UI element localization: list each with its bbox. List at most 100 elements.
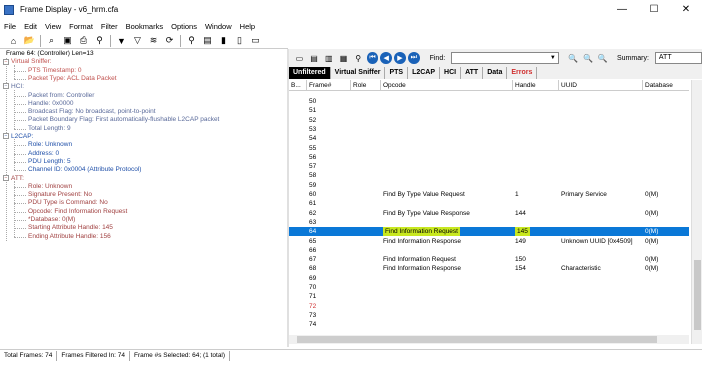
tree-item[interactable]: Opcode: Find Information Request [28, 208, 127, 216]
table-row[interactable]: 56 [289, 153, 689, 162]
column-header-frame[interactable]: Frame# [309, 82, 331, 89]
table-row[interactable]: 67 Find Information Request 150 0(M) [289, 255, 689, 264]
column-header-opcode[interactable]: Opcode [383, 82, 406, 89]
find-input[interactable]: ▼ [451, 52, 559, 64]
prev-frame-icon[interactable]: ◀ [380, 52, 393, 64]
table-row[interactable]: 69 [289, 274, 689, 283]
summary-select[interactable]: ATT [654, 52, 702, 64]
bookmark-icon[interactable]: ▮ [216, 34, 231, 48]
next-frame-icon[interactable]: ▶ [394, 52, 406, 64]
pane-layout-2-icon[interactable]: ▤ [308, 52, 321, 65]
scrollbar-thumb[interactable] [297, 336, 657, 343]
tree-item[interactable]: Packet from: Controller [28, 92, 94, 100]
collapse-icon[interactable]: − [3, 174, 9, 181]
tree-item[interactable]: Packet Boundary Flag: First automaticall… [28, 116, 219, 124]
binoculars-icon[interactable]: ⚲ [92, 34, 107, 48]
find-icon[interactable]: ⚲ [184, 34, 199, 48]
tab-hci[interactable]: HCI [440, 67, 462, 79]
tree-item[interactable]: Signature Present: No [28, 191, 92, 199]
table-row[interactable]: 50 [289, 97, 689, 106]
menu-item-bookmarks[interactable]: Bookmarks [122, 22, 168, 31]
table-row[interactable]: 58 [289, 171, 689, 180]
tree-item[interactable]: Handle: 0x0000 [28, 100, 74, 108]
home-icon[interactable]: ⌂ [6, 34, 21, 48]
table-row[interactable]: 65 Find Information Response 149 Unknown UU… [289, 237, 689, 246]
menu-item-view[interactable]: View [41, 22, 65, 31]
column-header-b[interactable]: B... [291, 82, 301, 89]
table-row[interactable]: 61 [289, 199, 689, 208]
table-row[interactable]: 68 Find Information Response 154 Characteri… [289, 264, 689, 273]
table-row[interactable]: 55 [289, 144, 689, 153]
column-separator[interactable] [642, 80, 643, 91]
tree-root[interactable]: Frame 64: (Controller) Len=13 [6, 50, 94, 58]
tree-item[interactable]: *Database: 0(M) [28, 216, 75, 224]
tree-section-virtual-sniffer[interactable]: − Virtual Sniffer: [3, 58, 52, 66]
filter-icon[interactable]: ▼ [114, 34, 129, 48]
layers-icon[interactable]: ≋ [146, 34, 161, 48]
menu-item-help[interactable]: Help [236, 22, 259, 31]
column-separator[interactable] [512, 80, 513, 91]
tree-item[interactable]: PDU Type is Command: No [28, 199, 108, 207]
table-row[interactable]: 59 [289, 181, 689, 190]
display-icon[interactable]: ▭ [248, 34, 263, 48]
search-icon[interactable]: ⌕ [44, 34, 59, 48]
table-row[interactable]: 57 [289, 162, 689, 171]
note-icon[interactable]: ▤ [200, 34, 215, 48]
column-separator[interactable] [350, 80, 351, 91]
menu-item-window[interactable]: Window [201, 22, 236, 31]
table-row[interactable]: 53 [289, 125, 689, 134]
table-row[interactable]: 52 [289, 116, 689, 125]
tab-virtual-sniffer[interactable]: Virtual Sniffer [330, 67, 386, 79]
table-row[interactable]: 74 [289, 320, 689, 329]
book-icon[interactable]: ▯ [232, 34, 247, 48]
tree-item[interactable]: PTS Timestamp: 0 [28, 67, 81, 75]
table-row[interactable]: 70 [289, 283, 689, 292]
column-separator[interactable] [380, 80, 381, 91]
table-row[interactable]: 72 [289, 302, 689, 311]
table-row[interactable]: 54 [289, 134, 689, 143]
table-row[interactable]: 62 Find By Type Value Response 144 0(M) [289, 209, 689, 218]
table-row[interactable]: 51 [289, 106, 689, 115]
menu-item-file[interactable]: File [0, 22, 20, 31]
tree-item[interactable]: PDU Length: 5 [28, 158, 71, 166]
tab-l2cap[interactable]: L2CAP [408, 67, 441, 79]
collapse-icon[interactable]: − [3, 83, 9, 90]
tree-item[interactable]: Role: Unknown [28, 183, 72, 191]
filter-clear-icon[interactable]: ▽ [130, 34, 145, 48]
table-row[interactable]: 73 [289, 311, 689, 320]
tree-item[interactable]: Ending Attribute Handle: 156 [28, 233, 111, 241]
tree-item[interactable]: Packet Type: ACL Data Packet [28, 75, 117, 83]
pane-layout-1-icon[interactable]: ▭ [293, 52, 306, 65]
menu-item-filter[interactable]: Filter [97, 22, 122, 31]
tree-item[interactable]: Role: Unknown [28, 141, 72, 149]
collapse-icon[interactable]: − [3, 133, 9, 140]
collapse-icon[interactable]: − [3, 58, 9, 65]
column-separator[interactable] [306, 80, 307, 91]
tree-item[interactable]: Broadcast Flag: No broadcast, point-to-p… [28, 108, 156, 116]
pane-layout-3-icon[interactable]: ▥ [322, 52, 335, 65]
column-header-role[interactable]: Role [353, 82, 366, 89]
last-frame-icon[interactable]: ⏭ [407, 52, 420, 64]
tree-section-l2cap[interactable]: − L2CAP: [3, 133, 33, 141]
column-header-handle[interactable]: Handle [515, 82, 536, 89]
vertical-scrollbar[interactable] [691, 80, 702, 344]
column-separator[interactable] [558, 80, 559, 91]
binoculars-icon[interactable]: ⚲ [352, 52, 365, 65]
pane-layout-4-icon[interactable]: ▦ [337, 52, 350, 65]
close-button[interactable]: ✕ [670, 0, 702, 19]
tab-data[interactable]: Data [483, 67, 508, 79]
print-icon[interactable]: ⎙ [76, 34, 91, 48]
column-header-uuid[interactable]: UUID [561, 82, 577, 89]
tab-att[interactable]: ATT [461, 67, 484, 79]
refresh-icon[interactable]: ⟳ [162, 34, 177, 48]
open-folder-icon[interactable]: 📂 [22, 34, 37, 48]
table-row[interactable]: 60 Find By Type Value Request 1 Primary Ser… [289, 190, 689, 199]
menu-item-options[interactable]: Options [167, 22, 201, 31]
table-row[interactable]: 63 [289, 218, 689, 227]
find-options-icon[interactable]: 🔍 [596, 52, 609, 65]
menu-item-format[interactable]: Format [65, 22, 97, 31]
menu-item-edit[interactable]: Edit [20, 22, 41, 31]
table-row[interactable]: 71 [289, 292, 689, 301]
column-header-database[interactable]: Database [645, 82, 673, 89]
tree-item[interactable]: Address: 0 [28, 150, 59, 158]
